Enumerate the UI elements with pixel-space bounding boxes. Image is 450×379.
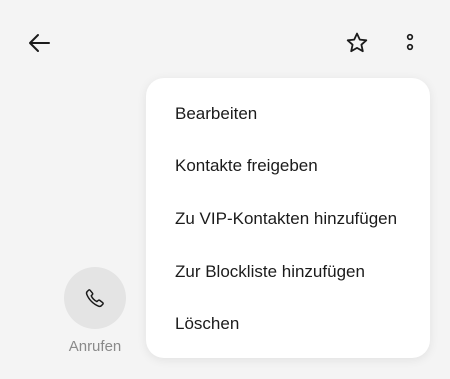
menu-item-delete[interactable]: Löschen	[146, 300, 430, 348]
menu-item-add-to-blocklist[interactable]: Zur Blockliste hinzufügen	[146, 248, 430, 296]
menu-item-share-contact[interactable]: Kontakte freigeben	[146, 142, 430, 190]
more-vertical-icon	[406, 33, 414, 51]
call-label: Anrufen	[68, 338, 122, 355]
favorite-button[interactable]	[340, 26, 374, 60]
arrow-left-icon	[29, 34, 50, 52]
star-outline-icon	[346, 32, 368, 53]
menu-item-edit[interactable]: Bearbeiten	[146, 90, 430, 138]
menu-item-add-to-vip[interactable]: Zu VIP-Kontakten hinzufügen	[146, 195, 430, 243]
more-options-button[interactable]	[396, 26, 424, 60]
back-button[interactable]	[22, 28, 56, 58]
call-button[interactable]	[64, 267, 126, 329]
overflow-menu: Bearbeiten Kontakte freigeben Zu VIP-Kon…	[146, 78, 430, 358]
phone-icon	[85, 289, 104, 308]
